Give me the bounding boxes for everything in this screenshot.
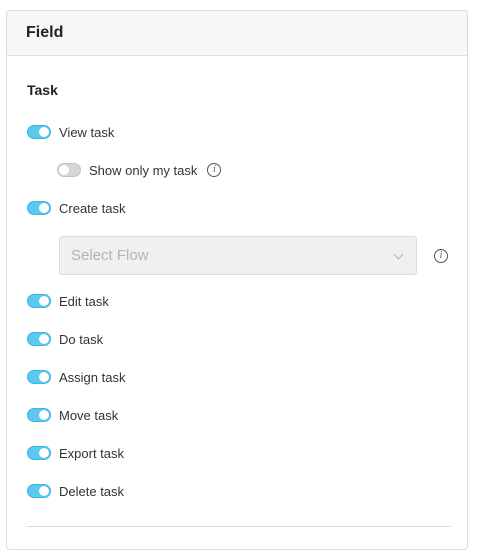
permission-row-do-task: Do task — [27, 329, 103, 349]
panel-header: Field — [7, 11, 467, 56]
divider — [27, 526, 451, 527]
permission-row-delete-task: Delete task — [27, 481, 124, 501]
select-flow-dropdown[interactable]: Select Flow — [59, 236, 417, 275]
chevron-down-icon — [393, 249, 404, 259]
toggle-knob — [39, 334, 49, 344]
toggle-knob — [39, 127, 49, 137]
panel-title: Field — [26, 24, 64, 41]
field-panel: Field Task View task Show only my task i… — [6, 10, 468, 550]
section-title-task: Task — [27, 82, 58, 98]
permission-row-assign-task: Assign task — [27, 367, 125, 387]
toggle-knob — [59, 165, 69, 175]
permission-row-export-task: Export task — [27, 443, 124, 463]
toggle-knob — [39, 448, 49, 458]
assign-task-toggle[interactable] — [27, 370, 51, 384]
permission-label: Move task — [59, 407, 119, 423]
create-task-toggle[interactable] — [27, 201, 51, 215]
toggle-knob — [39, 203, 49, 213]
permission-label: Create task — [59, 200, 126, 216]
info-icon[interactable]: i — [434, 249, 448, 263]
permission-label: Delete task — [59, 483, 125, 499]
permission-label: Edit task — [59, 293, 109, 309]
move-task-toggle[interactable] — [27, 408, 51, 422]
toggle-knob — [39, 486, 49, 496]
permission-label: Show only my task — [89, 162, 198, 178]
info-icon[interactable]: i — [207, 163, 222, 177]
export-task-toggle[interactable] — [27, 446, 51, 460]
permission-label: View task — [59, 124, 115, 140]
toggle-knob — [39, 372, 49, 382]
permission-row-show-only-my-task: Show only my task i — [57, 160, 222, 180]
toggle-knob — [39, 410, 49, 420]
toggle-knob — [39, 296, 49, 306]
permission-label: Export task — [59, 445, 125, 461]
do-task-toggle[interactable] — [27, 332, 51, 346]
select-flow-placeholder: Select Flow — [71, 247, 149, 264]
view-task-toggle[interactable] — [27, 125, 51, 139]
permission-row-move-task: Move task — [27, 405, 118, 425]
delete-task-toggle[interactable] — [27, 484, 51, 498]
permission-row-edit-task: Edit task — [27, 291, 109, 311]
permission-label: Assign task — [59, 369, 126, 385]
edit-task-toggle[interactable] — [27, 294, 51, 308]
permission-row-create-task: Create task — [27, 198, 125, 218]
permission-label: Do task — [59, 331, 104, 347]
show-only-my-task-toggle[interactable] — [57, 163, 81, 177]
permission-row-view-task: View task — [27, 122, 114, 142]
